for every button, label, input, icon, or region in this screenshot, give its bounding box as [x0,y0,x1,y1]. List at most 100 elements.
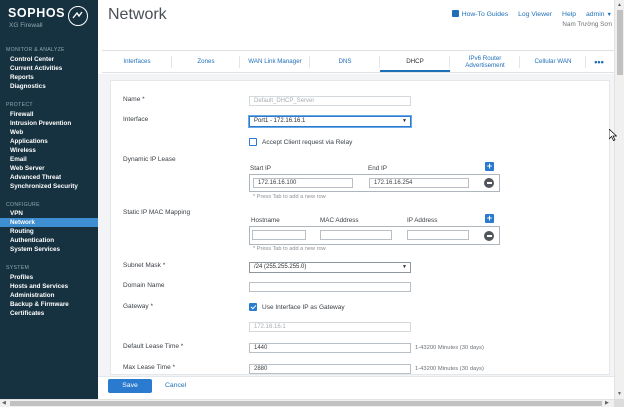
chevron-down-icon: ▼ [402,118,407,124]
interface-select[interactable]: Port1 - 172.16.16.1 ▼ [249,116,411,127]
nav-item-profiles[interactable]: Profiles [0,273,98,282]
nav-item-administration[interactable]: Administration [0,291,98,300]
ip-address-input[interactable] [407,230,469,240]
nav-item-applications[interactable]: Applications [0,137,98,146]
tab-label: IPv6 Router Advertisement [465,55,505,69]
nav-section-system: SYSTEM [6,265,30,271]
remove-static-row-button[interactable] [484,231,494,241]
scroll-left-arrow-icon[interactable]: ◀ [2,400,6,406]
nav-item-control-center[interactable]: Control Center [0,55,98,64]
tab-label: DHCP [406,58,424,65]
max-lease-unit: 1-43200 Minutes (30 days) [415,366,484,372]
nav-item-authentication[interactable]: Authentication [0,236,98,245]
nav-section-configure: CONFIGURE [6,202,40,208]
start-ip-label: Start IP [250,165,271,172]
subnet-mask-select[interactable]: /24 (255.255.255.0) ▼ [249,262,411,273]
add-static-row-button[interactable]: + [485,214,494,223]
nav-item-reports[interactable]: Reports [0,73,98,82]
help-link[interactable]: Help [562,11,576,18]
sophos-logo[interactable]: SOPHOS XG Firewall [8,6,94,34]
gateway-input[interactable]: 172.16.16.1 [249,322,411,332]
default-lease-label: Default Lease Time * [123,343,184,350]
nav-item-certificates[interactable]: Certificates [0,309,98,318]
scroll-up-arrow-icon[interactable]: ▲ [617,2,622,8]
nav-item-diagnostics[interactable]: Diagnostics [0,82,98,91]
horizontal-scrollbar-thumb[interactable] [10,401,602,406]
start-ip-input[interactable]: 172.16.16.100 [253,178,353,188]
tab-label: Zones [197,58,215,65]
nav-item-advanced-threat[interactable]: Advanced Threat [0,173,98,182]
use-interface-ip-checkbox[interactable] [249,303,257,311]
vertical-scrollbar[interactable]: ▲ ▼ [614,0,624,399]
nav-item-synchronized-security[interactable]: Synchronized Security [0,182,98,191]
nav-item-web-server[interactable]: Web Server [0,164,98,173]
chevron-down-icon: ▼ [606,11,612,18]
add-dynamic-row-button[interactable]: + [485,162,494,171]
tab-dns[interactable]: DNS [310,51,380,72]
nav-item-current-activities[interactable]: Current Activities [0,64,98,73]
sidebar: SOPHOS XG Firewall MONITOR & ANALYZE Con… [0,0,98,407]
scroll-down-arrow-icon[interactable]: ▼ [617,391,622,397]
log-viewer-link[interactable]: Log Viewer [518,11,552,18]
vertical-scrollbar-thumb[interactable] [617,10,623,75]
scrollbar-corner [614,399,624,407]
nav-item-vpn[interactable]: VPN [0,209,98,218]
gateway-label: Gateway * [123,303,153,310]
tab-interfaces[interactable]: Interfaces [102,51,172,72]
default-lease-input[interactable]: 1440 [249,343,411,353]
save-button[interactable]: Save [108,379,152,393]
interface-select-value: Port1 - 172.16.16.1 [254,118,306,124]
nav-item-wireless[interactable]: Wireless [0,146,98,155]
how-to-guides-link[interactable]: How-To Guides [451,10,508,18]
chevron-down-icon: ▼ [402,264,407,270]
static-mac-label: Static IP MAC Mapping [123,209,191,216]
page-title: Network [108,6,167,23]
tab-label: DNS [338,58,352,65]
header-links: How-To Guides Log Viewer Help admin ▼ [451,10,612,18]
name-input[interactable]: Default_DHCP_Server [249,96,411,106]
product-name: XG Firewall [9,22,43,29]
domain-name-label: Domain Name [123,282,165,289]
end-ip-label: End IP [368,165,387,172]
remove-dynamic-row-button[interactable] [484,178,494,188]
brand-name: SOPHOS [8,6,66,20]
nav-item-hosts-and-services[interactable]: Hosts and Services [0,282,98,291]
tab-dhcp[interactable]: DHCP [380,51,450,72]
nav-section-protect: PROTECT [6,102,33,108]
max-lease-input[interactable]: 2880 [249,364,411,374]
relay-checkbox[interactable] [249,138,257,146]
tab-more-button[interactable]: ••• [586,51,612,72]
tab-bar: Interfaces Zones WAN Link Manager DNS DH… [102,50,614,73]
hostname-input[interactable] [252,230,306,240]
interface-label: Interface [123,116,149,123]
nav-item-intrusion-prevention[interactable]: Intrusion Prevention [0,119,98,128]
nav-section-monitor: MONITOR & ANALYZE [6,47,65,53]
nav-item-web[interactable]: Web [0,128,98,137]
max-lease-label: Max Lease Time * [123,364,176,371]
tab-ipv6-router-advertisement[interactable]: IPv6 Router Advertisement [450,51,520,72]
tab-wan-link-manager[interactable]: WAN Link Manager [240,51,310,72]
domain-name-input[interactable] [249,282,411,292]
tab-zones[interactable]: Zones [172,51,240,72]
nav-item-firewall[interactable]: Firewall [0,110,98,119]
mouse-cursor-icon [608,128,618,146]
cancel-button[interactable]: Cancel [165,382,186,389]
scroll-right-arrow-icon[interactable]: ▶ [605,400,609,406]
nav-item-backup-firmware[interactable]: Backup & Firmware [0,300,98,309]
tab-label: WAN Link Manager [248,58,302,65]
horizontal-scrollbar[interactable]: ◀ ▶ [0,399,614,407]
nav-item-system-services[interactable]: System Services [0,245,98,254]
mac-address-input[interactable] [320,230,392,240]
tab-cellular-wan[interactable]: Cellular WAN [520,51,586,72]
end-ip-input[interactable]: 172.16.16.254 [369,178,469,188]
admin-menu[interactable]: admin ▼ [586,11,612,18]
dynamic-ip-hint: * Press Tab to add a new row [253,194,326,200]
nav-item-network[interactable]: Network [0,218,98,227]
user-name: Nam Trường Sơn [562,21,612,28]
static-mac-hint: * Press Tab to add a new row [253,246,326,252]
admin-label: admin [586,10,605,18]
more-dots-icon: ••• [594,57,604,67]
mac-address-label: MAC Address [320,217,359,224]
nav-item-email[interactable]: Email [0,155,98,164]
nav-item-routing[interactable]: Routing [0,227,98,236]
